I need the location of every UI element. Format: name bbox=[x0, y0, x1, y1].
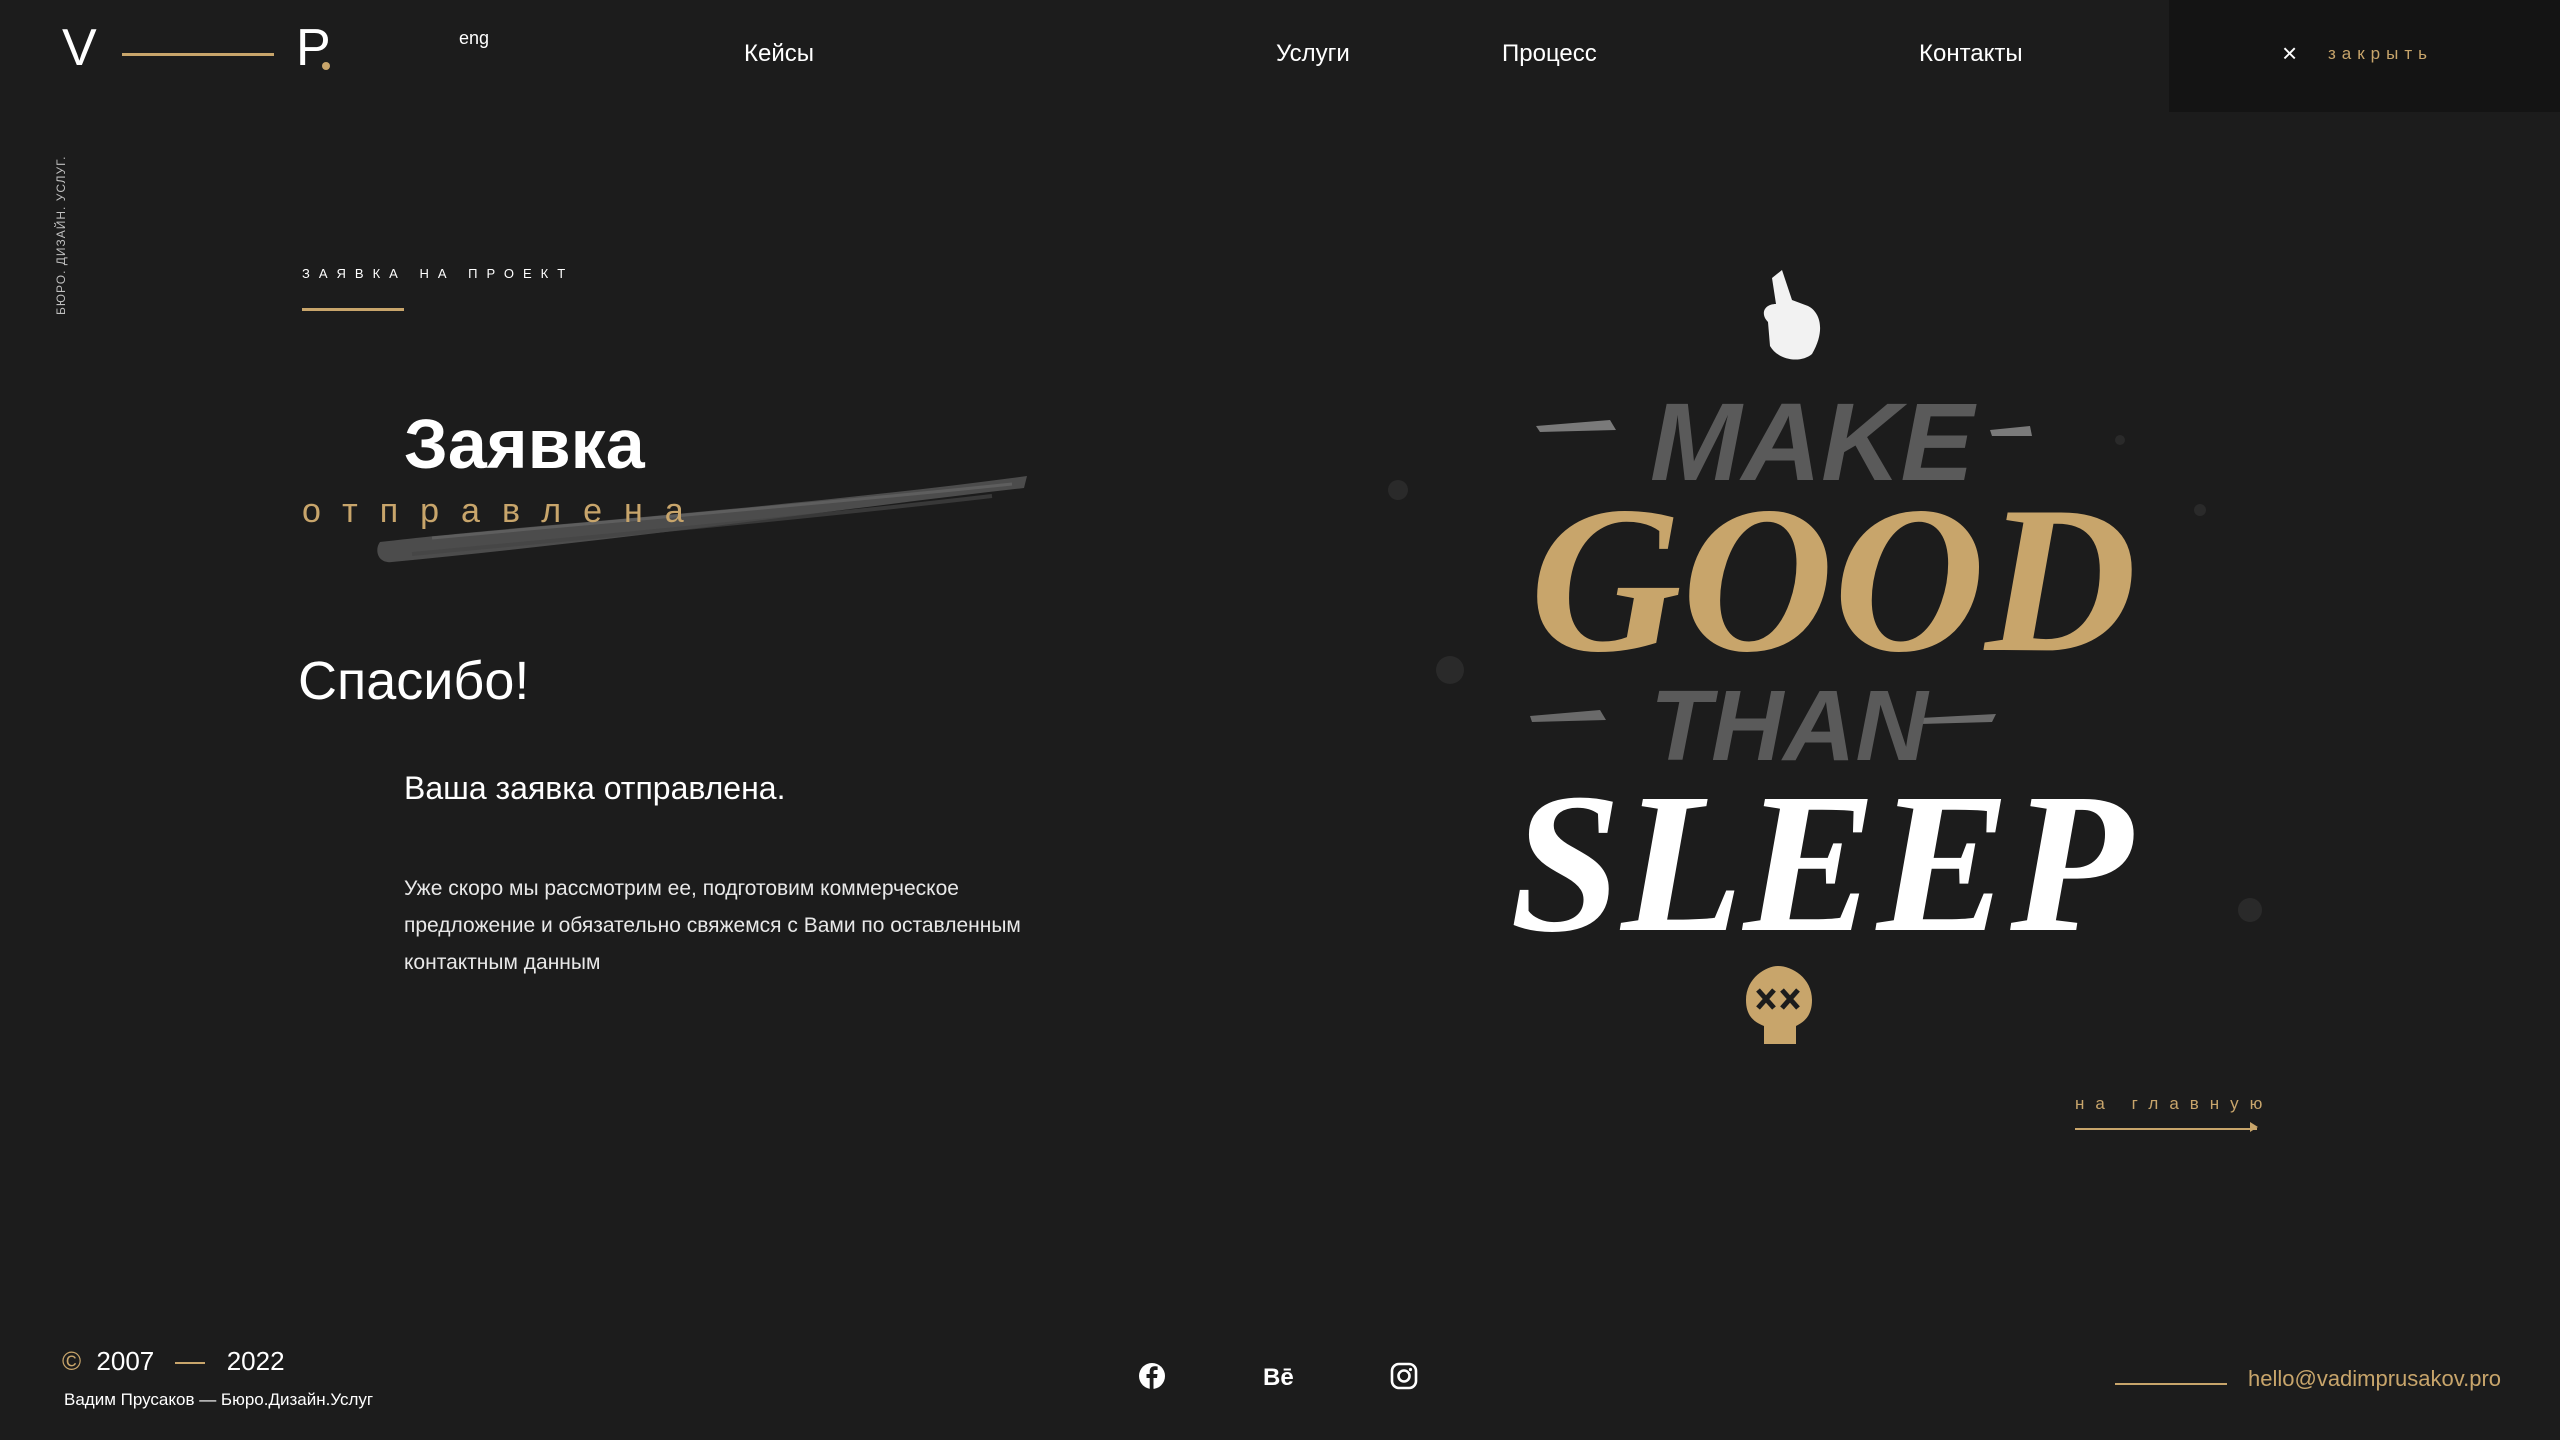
nav-item-cases[interactable]: Кейсы bbox=[744, 40, 814, 68]
instagram-icon[interactable] bbox=[1390, 1362, 1418, 1390]
year-start: 2007 bbox=[96, 1346, 155, 1376]
vertical-tagline: БЮРО. ДИЗАЙН. УСЛУГ. bbox=[54, 155, 68, 315]
nav-item-contacts[interactable]: Контакты bbox=[1919, 40, 2023, 68]
copyright-icon: © bbox=[62, 1346, 82, 1376]
confirmation-text: Ваша заявка отправлена. bbox=[404, 770, 786, 806]
page-title: Заявка bbox=[404, 405, 645, 483]
art-word-sleep: SLEEP bbox=[1510, 753, 2134, 974]
behance-icon[interactable]: Bē bbox=[1263, 1364, 1294, 1392]
close-icon[interactable]: × bbox=[2282, 38, 2297, 69]
page-subtitle: отправлена bbox=[302, 492, 706, 530]
language-switch[interactable]: eng bbox=[459, 28, 489, 49]
facebook-icon[interactable] bbox=[1138, 1362, 1166, 1390]
close-button-label[interactable]: закрыть bbox=[2328, 44, 2433, 64]
logo-dot bbox=[322, 62, 330, 70]
arrow-right-icon bbox=[2250, 1122, 2258, 1132]
section-eyebrow: ЗАЯВКА НА ПРОЕКТ bbox=[302, 266, 575, 281]
contact-email-link[interactable]: hello@vadimprusakov.pro bbox=[2248, 1366, 2501, 1392]
make-good-than-sleep-illustration: MAKE GOOD THAN SLEEP bbox=[1388, 270, 2262, 1044]
nav-item-process[interactable]: Процесс bbox=[1502, 40, 1597, 68]
year-end: 2022 bbox=[226, 1346, 285, 1376]
eyebrow-underline bbox=[302, 308, 404, 311]
skull-icon bbox=[1746, 966, 1812, 1044]
logo-letter-v[interactable]: V bbox=[62, 22, 97, 74]
logo-divider-line bbox=[122, 53, 274, 56]
thanks-heading: Спасибо! bbox=[298, 651, 530, 711]
art-word-good: GOOD bbox=[1530, 464, 2137, 696]
footer-credit: Вадим Прусаков — Бюро.Дизайн.Услуг bbox=[64, 1390, 374, 1409]
confirmation-paragraph: Уже скоро мы рассмотрим ее, подготовим к… bbox=[404, 877, 1021, 974]
copyright-years: © 2007 2022 bbox=[62, 1346, 285, 1377]
nav-item-services[interactable]: Услуги bbox=[1276, 40, 1350, 68]
home-link[interactable]: на главную bbox=[2075, 1094, 2273, 1114]
email-line-decoration bbox=[2115, 1383, 2227, 1385]
year-divider bbox=[175, 1362, 206, 1365]
hand-icon bbox=[1763, 270, 1821, 360]
home-link-underline bbox=[2075, 1128, 2257, 1130]
